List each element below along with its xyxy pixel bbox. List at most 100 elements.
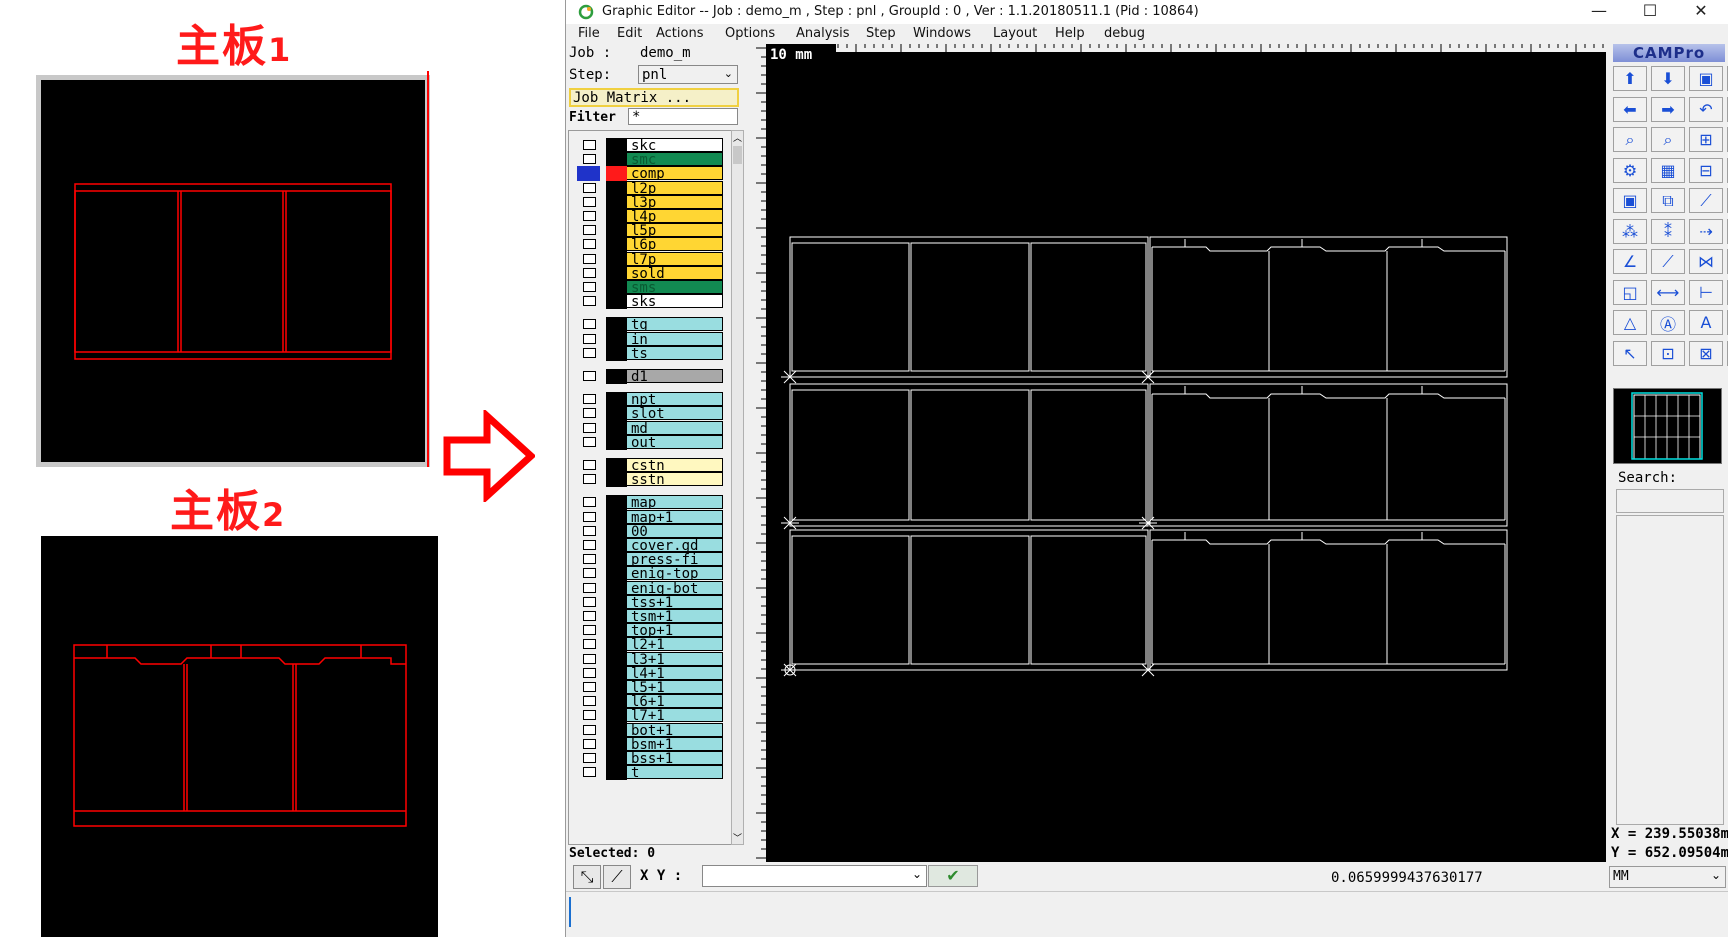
layer-checkbox[interactable] (583, 474, 596, 485)
layer-row[interactable]: l6+1 (577, 694, 724, 710)
layer-checkbox[interactable] (583, 497, 596, 508)
layer-name[interactable]: slot (627, 406, 723, 421)
layer-scrollbar[interactable]: ︿ ﹀ (731, 130, 744, 845)
layer-affected-cell[interactable] (606, 552, 627, 568)
layer-affected-cell[interactable] (606, 651, 627, 667)
layer-name[interactable]: out (627, 434, 723, 449)
menu-debug[interactable]: debug (1104, 26, 1145, 41)
layer-affected-cell[interactable] (606, 392, 627, 408)
layer-checkbox[interactable] (583, 267, 596, 278)
scrollbar-thumb[interactable] (733, 146, 742, 164)
layer-checkbox[interactable] (583, 436, 596, 447)
layer-row[interactable]: l4p (577, 209, 724, 224)
layer-affected-cell[interactable] (606, 331, 627, 347)
layer-affected-cell[interactable] (606, 152, 627, 168)
layer-checkbox[interactable] (583, 422, 596, 433)
layer-name[interactable]: top+1 (627, 623, 723, 638)
triangle-button[interactable]: △ (1613, 310, 1647, 335)
layer-name[interactable]: 00 (627, 523, 723, 538)
layer-affected-cell[interactable] (606, 237, 627, 253)
layer-row[interactable]: npt (577, 392, 724, 408)
drawing-canvas[interactable]: 10 mm (766, 44, 1606, 862)
layer-affected-cell[interactable] (606, 369, 627, 384)
layer-affected-cell[interactable] (606, 458, 627, 473)
layer-checkbox[interactable] (583, 724, 596, 735)
menu-windows[interactable]: Windows (913, 26, 971, 41)
select-box-button[interactable]: ◱ (1613, 279, 1647, 305)
layer-row[interactable]: tsm+1 (577, 609, 724, 624)
layer-affected-cell[interactable] (606, 434, 627, 450)
scroll-down-icon[interactable]: ﹀ (733, 831, 742, 844)
layer-checkbox[interactable] (583, 554, 596, 565)
layer-name[interactable]: skc (627, 138, 723, 152)
layer-row[interactable]: l2+1 (577, 637, 724, 653)
layer-affected-cell[interactable] (606, 538, 627, 553)
zoom-button[interactable]: ⌕ (1613, 127, 1647, 152)
layer-row[interactable]: out (577, 434, 724, 450)
layer-row[interactable]: l6p (577, 237, 724, 253)
layer-row[interactable]: l7p (577, 251, 724, 267)
layer-name[interactable]: in (627, 331, 723, 346)
layer-row[interactable]: enig-bot (577, 580, 724, 596)
layer-name[interactable]: l4+1 (627, 665, 723, 680)
layer-name[interactable]: map (627, 495, 723, 510)
layer-checkbox[interactable] (583, 738, 596, 749)
edit-line-button[interactable]: ⟋ (1689, 188, 1723, 213)
layer-affected-cell[interactable] (606, 751, 627, 766)
layer-name[interactable]: sks (627, 294, 723, 309)
layer-affected-cell[interactable] (606, 680, 627, 695)
layer-name[interactable]: l2+1 (627, 637, 723, 652)
layer-name[interactable]: comp (627, 166, 723, 181)
confirm-button[interactable]: ✔ (928, 865, 978, 887)
layer-affected-cell[interactable] (606, 180, 627, 196)
layer-affected-cell[interactable] (606, 138, 627, 153)
minimize-button[interactable]: — (1573, 0, 1625, 24)
layer-row[interactable]: l3p (577, 194, 724, 210)
mirror-button[interactable]: ⋈ (1689, 249, 1723, 274)
layer-checkbox[interactable] (583, 753, 596, 763)
layer-row[interactable]: l5p (577, 223, 724, 239)
layer-row[interactable]: 00 (577, 523, 724, 539)
layer-row[interactable]: ts (577, 345, 724, 361)
menu-step[interactable]: Step (866, 26, 896, 41)
text-a-alt-button[interactable]: A (1689, 310, 1723, 335)
layer-name[interactable]: cstn (627, 458, 723, 472)
copy-button[interactable]: ⧉ (1651, 188, 1685, 213)
layer-affected-cell[interactable] (606, 623, 627, 639)
layer-checkbox[interactable] (583, 371, 596, 381)
layer-affected-cell[interactable] (606, 223, 627, 239)
menu-help[interactable]: Help (1055, 26, 1085, 41)
layer-affected-cell[interactable] (606, 194, 627, 210)
layer-name[interactable]: tsm+1 (627, 609, 723, 623)
layer-row[interactable]: l2p (577, 180, 724, 196)
xy-input[interactable]: ⌄ (702, 865, 927, 887)
layer-checkbox[interactable] (583, 140, 596, 150)
close-button[interactable]: ✕ (1675, 0, 1727, 24)
layer-name[interactable]: bsm+1 (627, 736, 723, 751)
layer-name[interactable]: ts (627, 345, 723, 360)
layer-checkbox[interactable] (583, 639, 596, 650)
layer-affected-cell[interactable] (606, 495, 627, 511)
layer-affected-cell[interactable] (606, 294, 627, 310)
layer-affected-cell[interactable] (606, 209, 627, 224)
layer-name[interactable]: bot+1 (627, 722, 723, 737)
move-button[interactable]: ⇢ (1689, 218, 1723, 244)
layer-row[interactable]: bot+1 (577, 722, 724, 738)
measure-button[interactable]: ⊢ (1689, 279, 1723, 305)
select-rect-button[interactable]: ⊡ (1651, 340, 1685, 366)
layer-row[interactable]: smc (577, 152, 724, 168)
overview-minimap[interactable] (1613, 388, 1722, 464)
layer-name[interactable]: map+1 (627, 509, 723, 524)
layer-name[interactable]: tg (627, 317, 723, 332)
layer-affected-cell[interactable] (606, 509, 627, 525)
menu-edit[interactable]: Edit (617, 26, 642, 41)
command-area[interactable] (566, 891, 1728, 932)
arrow-up-button[interactable]: ⬆ (1613, 66, 1647, 91)
layer-checkbox[interactable] (583, 767, 596, 778)
layer-row[interactable]: sks (577, 294, 724, 310)
layer-row[interactable]: enig-top (577, 566, 724, 582)
layer-row[interactable]: t (577, 765, 724, 781)
layer-checkbox[interactable] (583, 296, 596, 307)
layer-affected-cell[interactable] (606, 722, 627, 738)
layer-checkbox[interactable] (583, 460, 596, 470)
